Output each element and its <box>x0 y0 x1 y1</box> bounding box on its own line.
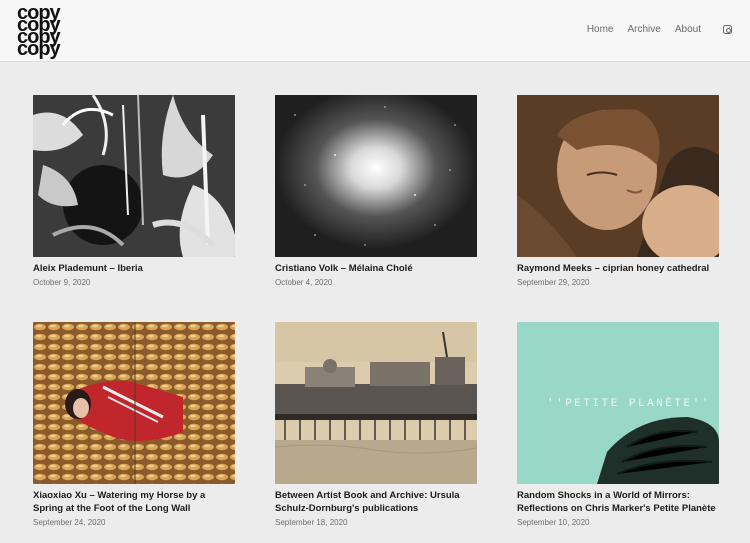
post-title[interactable]: Between Artist Book and Archive: Ursula … <box>275 489 477 515</box>
post-title[interactable]: Raymond Meeks – ciprian honey cathedral <box>517 262 719 275</box>
cover-text: ''PETITE PLANÈTE'' <box>547 396 711 410</box>
site-logo[interactable]: copy copy copy copy <box>17 3 73 59</box>
post-card[interactable]: ''PETITE PLANÈTE'' Random Shocks in a Wo… <box>517 322 719 527</box>
post-thumbnail[interactable] <box>33 95 235 257</box>
main-nav: Home Archive About <box>587 24 732 35</box>
post-thumbnail[interactable]: ''PETITE PLANÈTE'' <box>517 322 719 484</box>
post-card[interactable]: Cristiano Volk – Mélaina Cholé October 4… <box>275 95 477 287</box>
post-date: October 4, 2020 <box>275 278 333 287</box>
post-date: September 24, 2020 <box>33 518 106 527</box>
post-date: October 9, 2020 <box>33 278 91 287</box>
post-image <box>33 322 235 484</box>
post-image <box>517 95 719 257</box>
post-thumbnail[interactable] <box>275 322 477 484</box>
site-header: copy copy copy copy Home Archive About <box>0 0 750 62</box>
instagram-icon[interactable] <box>723 25 732 34</box>
post-title[interactable]: Random Shocks in a World of Mirrors: Ref… <box>517 489 719 515</box>
post-title[interactable]: Aleix Plademunt – Iberia <box>33 262 235 275</box>
post-thumbnail[interactable] <box>275 95 477 257</box>
post-card[interactable]: Xiaoxiao Xu – Watering my Horse by a Spr… <box>33 322 235 527</box>
post-card[interactable]: Raymond Meeks – ciprian honey cathedral … <box>517 95 719 287</box>
post-title[interactable]: Xiaoxiao Xu – Watering my Horse by a Spr… <box>33 489 235 515</box>
post-image: ''PETITE PLANÈTE'' <box>517 322 719 484</box>
post-card[interactable]: Aleix Plademunt – Iberia October 9, 2020 <box>33 95 235 287</box>
nav-archive[interactable]: Archive <box>628 24 661 35</box>
post-date: September 18, 2020 <box>275 518 348 527</box>
post-thumbnail[interactable] <box>517 95 719 257</box>
post-image <box>33 95 235 257</box>
post-thumbnail[interactable] <box>33 322 235 484</box>
post-image <box>275 95 477 257</box>
logo-line: copy <box>17 38 61 60</box>
post-date: September 29, 2020 <box>517 278 590 287</box>
post-card[interactable]: Between Artist Book and Archive: Ursula … <box>275 322 477 527</box>
nav-home[interactable]: Home <box>587 24 614 35</box>
post-image <box>275 322 477 484</box>
post-date: September 10, 2020 <box>517 518 590 527</box>
post-title[interactable]: Cristiano Volk – Mélaina Cholé <box>275 262 477 275</box>
nav-about[interactable]: About <box>675 24 701 35</box>
